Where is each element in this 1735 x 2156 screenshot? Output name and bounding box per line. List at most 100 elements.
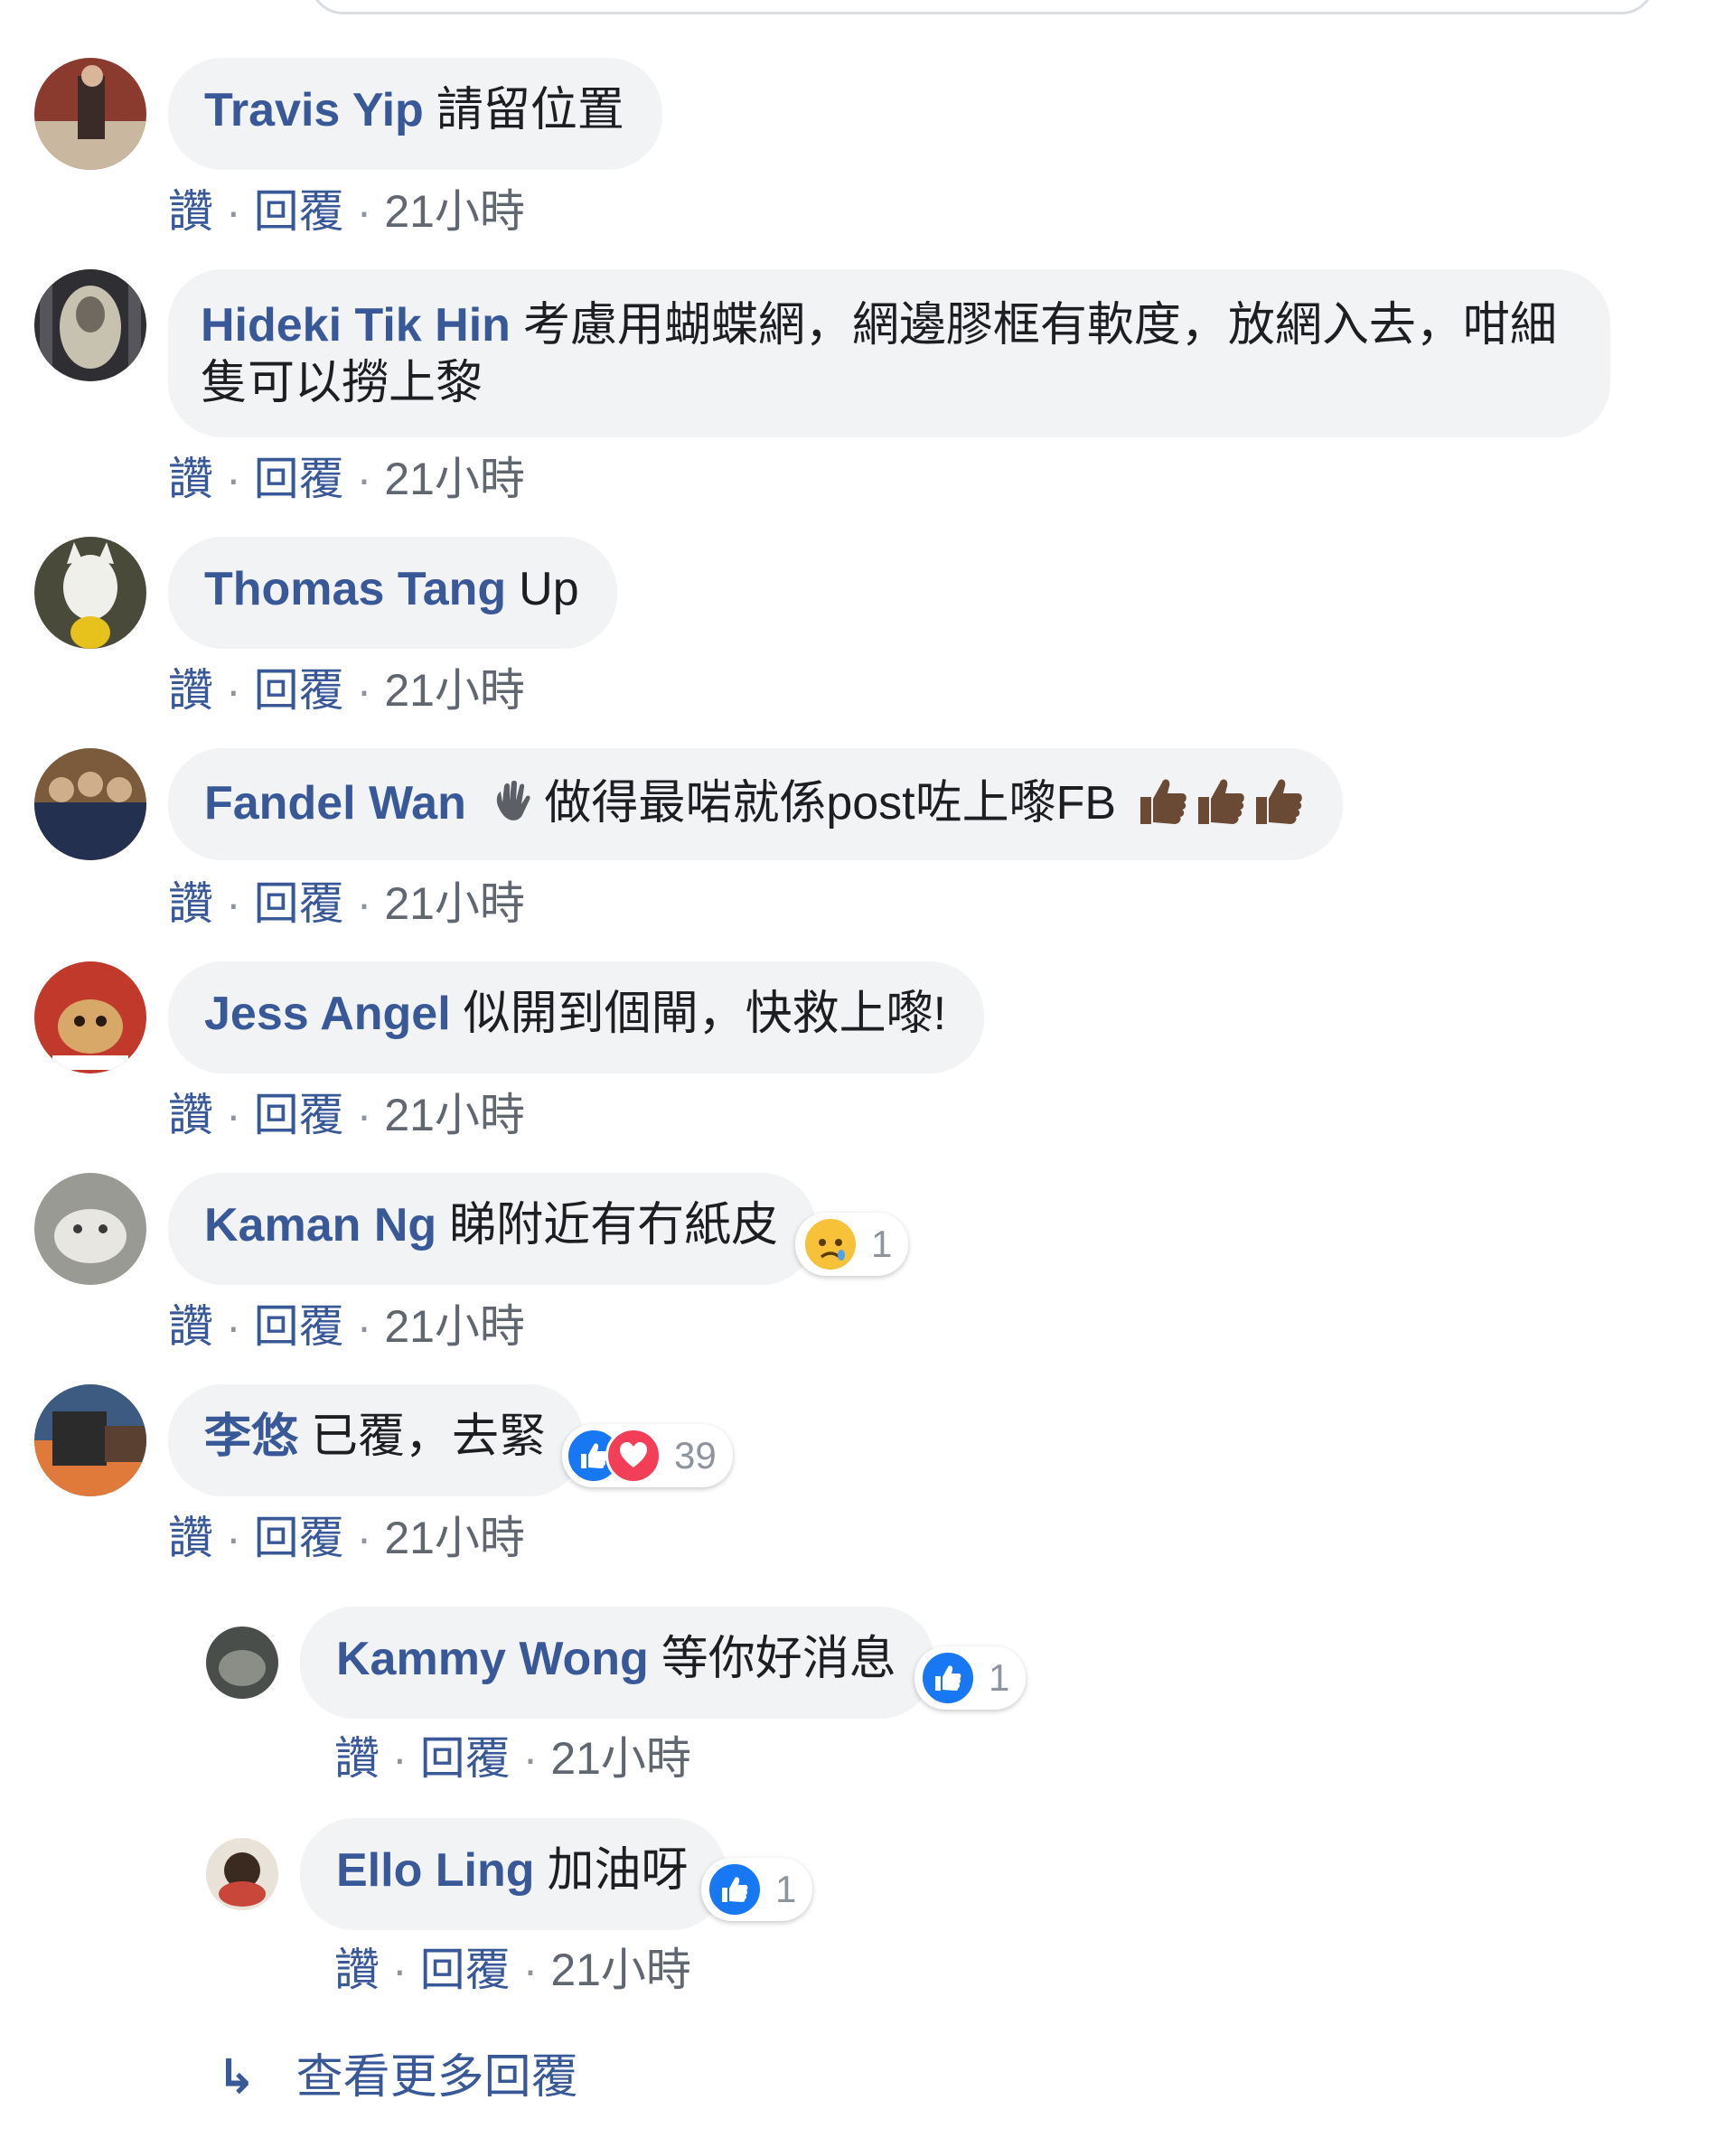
like-link[interactable]: 讚: [168, 1090, 213, 1140]
avatar[interactable]: [34, 1384, 146, 1496]
avatar[interactable]: [206, 1838, 278, 1910]
comment-text: 睇附近有冇紙皮: [449, 1199, 779, 1251]
like-link[interactable]: 讚: [334, 1945, 380, 1995]
reply-bubble: Kammy Wong 等你好消息: [300, 1607, 934, 1719]
separator: ·: [522, 1945, 539, 1995]
comment-actions: 讚 · 回覆 · 21小時: [168, 175, 525, 240]
timestamp[interactable]: 21小時: [384, 665, 525, 716]
separator: ·: [226, 1301, 241, 1352]
reaction-count: 39: [674, 1434, 717, 1476]
sad-reaction-icon: [802, 1216, 858, 1272]
reply-link[interactable]: 回覆: [420, 1945, 511, 1995]
avatar[interactable]: [34, 748, 146, 860]
timestamp[interactable]: 21小時: [384, 1090, 525, 1140]
comment-text: 請留位置: [436, 84, 624, 136]
separator: ·: [356, 878, 372, 929]
view-more-replies-label[interactable]: 查看更多回覆: [296, 2051, 578, 2104]
wave-hand-icon: [492, 780, 531, 838]
timestamp[interactable]: 21小時: [550, 1945, 691, 1995]
comment-actions: 讚 · 回覆 · 21小時: [168, 443, 525, 508]
separator: ·: [226, 186, 241, 237]
avatar[interactable]: [34, 58, 146, 170]
commenter-name[interactable]: Jess Angel: [204, 988, 451, 1040]
comment-actions: 讚 · 回覆 · 21小時: [168, 1502, 525, 1567]
reply-link[interactable]: 回覆: [254, 878, 344, 929]
timestamp[interactable]: 21小時: [384, 454, 525, 504]
separator: ·: [522, 1733, 539, 1784]
separator: ·: [356, 186, 372, 237]
separator: ·: [226, 1090, 241, 1140]
commenter-name[interactable]: Kammy Wong: [336, 1633, 649, 1685]
like-link[interactable]: 讚: [168, 186, 213, 237]
comment-text: 做得最啱就係post咗上嚟FB: [544, 777, 1117, 830]
timestamp[interactable]: 21小時: [384, 186, 525, 237]
comment-bubble: Kaman Ng 睇附近有冇紙皮: [168, 1173, 817, 1285]
like-link[interactable]: 讚: [334, 1733, 380, 1784]
reply-link[interactable]: 回覆: [254, 454, 344, 504]
avatar[interactable]: [34, 961, 146, 1073]
comment-input-edge[interactable]: [309, 0, 1655, 14]
avatar[interactable]: [206, 1626, 278, 1699]
timestamp[interactable]: 21小時: [384, 1301, 525, 1352]
reaction-summary[interactable]: 1: [795, 1213, 909, 1276]
comment-text: 已覆，去緊: [311, 1411, 547, 1463]
comment-bubble: Jess Angel 似開到個閘，快救上嚟!: [168, 961, 985, 1073]
avatar[interactable]: [34, 1173, 146, 1285]
reply-link[interactable]: 回覆: [254, 665, 344, 716]
commenter-name[interactable]: Fandel Wan: [204, 777, 466, 830]
view-more-replies-link[interactable]: ↳ 查看更多回覆: [217, 2039, 578, 2106]
comment-bubble: Fandel Wan 做得最啱就係post咗上嚟FB: [168, 748, 1343, 860]
timestamp[interactable]: 21小時: [384, 878, 525, 929]
reply-link[interactable]: 回覆: [254, 1513, 344, 1563]
avatar[interactable]: [34, 537, 146, 649]
like-link[interactable]: 讚: [168, 454, 213, 504]
comment-actions: 讚 · 回覆 · 21小時: [168, 1290, 525, 1355]
separator: ·: [356, 454, 372, 504]
separator: ·: [356, 1301, 372, 1352]
comment-bubble: Thomas Tang Up: [168, 537, 617, 649]
reaction-count: 1: [775, 1868, 797, 1910]
commenter-name[interactable]: 李悠: [204, 1411, 298, 1463]
reaction-count: 1: [989, 1656, 1010, 1699]
reaction-count: 1: [871, 1223, 893, 1265]
like-link[interactable]: 讚: [168, 1301, 213, 1352]
reply-link[interactable]: 回覆: [254, 186, 344, 237]
reply-link[interactable]: 回覆: [420, 1733, 511, 1784]
reply-arrow-icon: ↳: [217, 2051, 257, 2104]
comment-bubble: Travis Yip 請留位置: [168, 58, 662, 170]
like-reaction-icon: [920, 1650, 976, 1706]
separator: ·: [226, 1513, 241, 1563]
reaction-summary[interactable]: 39: [562, 1424, 733, 1487]
commenter-name[interactable]: Thomas Tang: [204, 563, 506, 615]
comment-text: 等你好消息: [661, 1633, 896, 1685]
commenter-name[interactable]: Travis Yip: [204, 84, 424, 136]
comment-text: 似開到個閘，快救上嚟!: [463, 988, 947, 1040]
reply-actions: 讚 · 回覆 · 21小時: [334, 1722, 691, 1787]
commenter-name[interactable]: Ello Ling: [336, 1844, 535, 1897]
reply-link[interactable]: 回覆: [254, 1301, 344, 1352]
comment-bubble: 李悠 已覆，去緊: [168, 1384, 585, 1496]
separator: ·: [226, 454, 241, 504]
thumbs-up-dark-icon: [1135, 772, 1305, 839]
commenter-name[interactable]: Kaman Ng: [204, 1199, 436, 1251]
separator: ·: [226, 665, 241, 716]
comment-actions: 讚 · 回覆 · 21小時: [168, 654, 525, 719]
avatar[interactable]: [34, 269, 146, 381]
separator: ·: [356, 1090, 372, 1140]
reply-link[interactable]: 回覆: [254, 1090, 344, 1140]
reply-bubble: Ello Ling 加油呀: [300, 1818, 727, 1930]
like-link[interactable]: 讚: [168, 878, 213, 929]
timestamp[interactable]: 21小時: [384, 1513, 525, 1563]
timestamp[interactable]: 21小時: [550, 1733, 691, 1784]
reaction-summary[interactable]: 1: [701, 1858, 813, 1921]
like-link[interactable]: 讚: [168, 665, 213, 716]
love-reaction-icon: [605, 1428, 661, 1484]
comment-text: Up: [519, 563, 579, 615]
comment-text: 加油呀: [547, 1844, 689, 1897]
like-link[interactable]: 讚: [168, 1513, 213, 1563]
comment-bubble: Hideki Tik Hin 考慮用蝴蝶網，網邊膠框有軟度，放網入去，咁細隻可以撈…: [168, 269, 1610, 437]
separator: ·: [226, 878, 241, 929]
reaction-summary[interactable]: 1: [914, 1646, 1027, 1710]
comment-actions: 讚 · 回覆 · 21小時: [168, 1079, 525, 1144]
commenter-name[interactable]: Hideki Tik Hin: [201, 299, 511, 352]
